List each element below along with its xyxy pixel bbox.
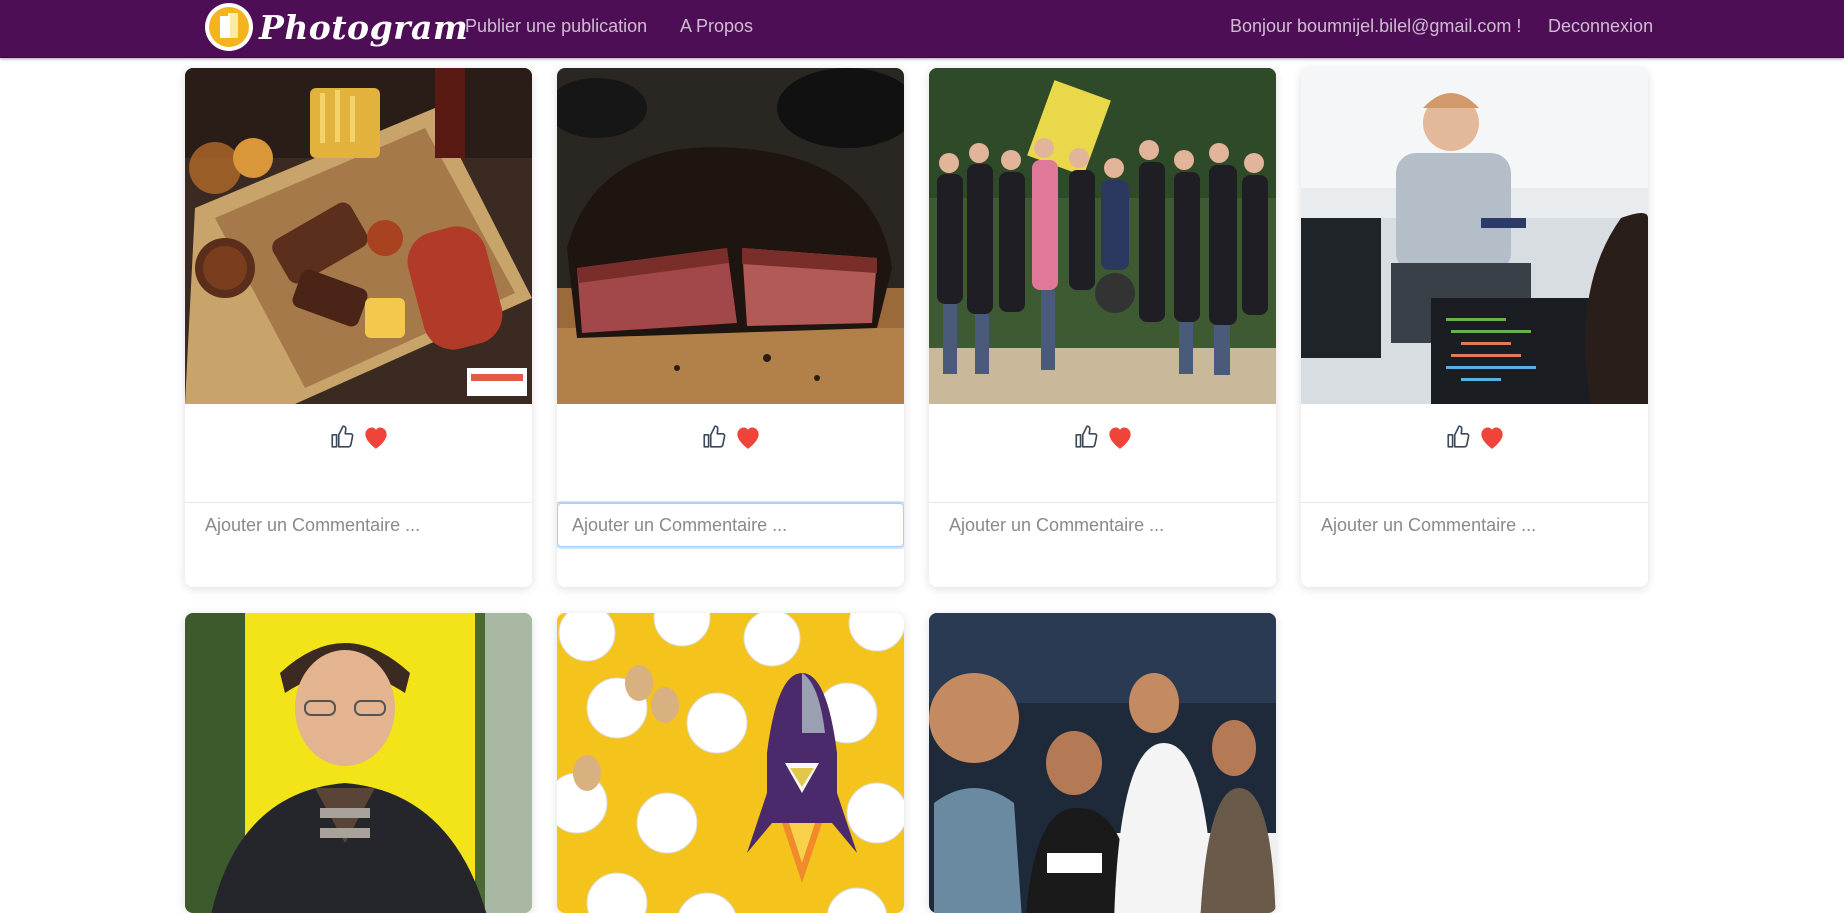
heart-icon[interactable] [1105,422,1135,452]
post-photo[interactable] [185,68,532,404]
thumbs-up-icon[interactable] [327,422,357,452]
post-photo[interactable] [929,68,1276,404]
post-photo[interactable] [557,68,904,404]
heart-icon[interactable] [361,422,391,452]
brand-name: Photogram [259,7,469,47]
comment-section [1301,502,1648,587]
post-actions [1301,404,1648,502]
post-card [557,68,904,587]
thumbs-up-icon[interactable] [1071,422,1101,452]
post-photo[interactable] [1301,68,1648,404]
post-card [929,68,1276,587]
comment-section [185,502,532,587]
heart-icon[interactable] [733,422,763,452]
comment-section [557,502,904,587]
comment-input[interactable] [185,503,532,547]
thumbs-up-icon[interactable] [699,422,729,452]
top-navbar: Photogram Publier une publication A Prop… [0,0,1844,58]
heart-icon[interactable] [1477,422,1507,452]
post-card [1301,68,1648,587]
nav-publish-link[interactable]: Publier une publication [465,16,647,37]
comment-input-focused[interactable] [557,503,904,547]
comment-input[interactable] [1301,503,1648,547]
comment-input[interactable] [929,503,1276,547]
nav-about-link[interactable]: A Propos [680,16,753,37]
photogram-logo-icon [205,3,253,51]
post-card [557,613,904,913]
nav-logout-link[interactable]: Deconnexion [1548,16,1653,37]
post-card [929,613,1276,913]
post-card [185,68,532,587]
post-card [185,613,532,913]
user-greeting: Bonjour boumnijel.bilel@gmail.com ! [1230,16,1522,36]
post-photo[interactable] [557,613,904,913]
post-actions [557,404,904,502]
thumbs-up-icon[interactable] [1443,422,1473,452]
post-photo[interactable] [185,613,532,913]
post-actions [185,404,532,502]
brand-home-link[interactable]: Photogram [205,3,468,51]
post-actions [929,404,1276,502]
comment-section [929,502,1276,587]
post-photo[interactable] [929,613,1276,913]
